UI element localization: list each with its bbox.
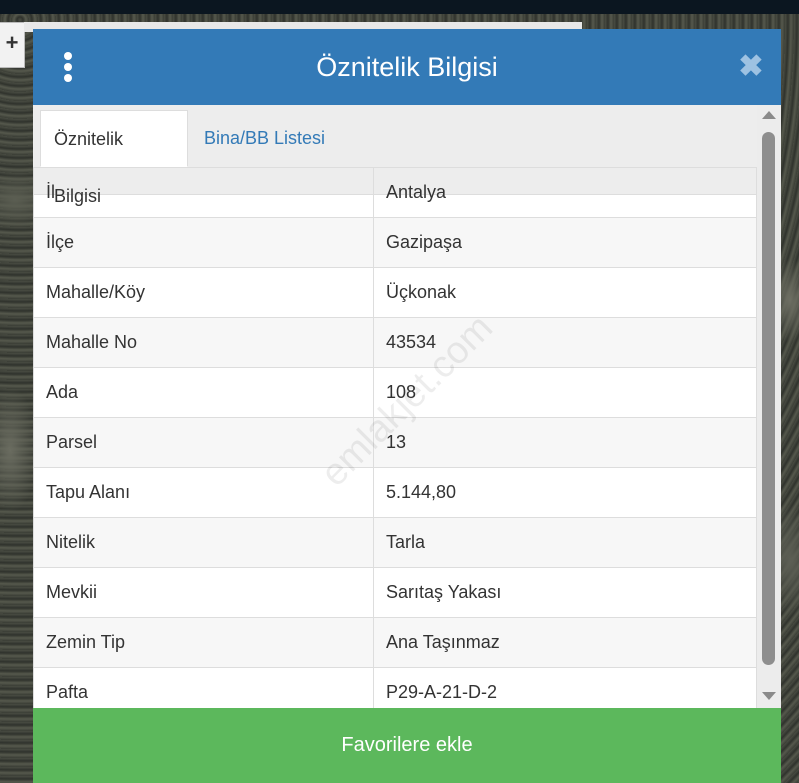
attribute-info-dialog: Öznitelik Bilgisi ✖ Öznitelik Bilgisi Bi… bbox=[33, 29, 781, 783]
tab-attribute-info[interactable]: Öznitelik Bilgisi bbox=[40, 110, 188, 206]
attribute-key: Ada bbox=[33, 367, 374, 418]
scroll-thumb[interactable] bbox=[762, 132, 775, 665]
map-top-bar bbox=[0, 0, 799, 14]
attribute-value: Ana Taşınmaz bbox=[373, 617, 757, 668]
tab-building-list[interactable]: Bina/BB Listesi bbox=[191, 110, 338, 167]
dialog-body: Öznitelik Bilgisi Bina/BB Listesi İl Anta… bbox=[33, 105, 781, 708]
attribute-value: Tarla bbox=[373, 517, 757, 568]
scrollbar[interactable] bbox=[757, 105, 781, 708]
table-row: Mevkii Sarıtaş Yakası bbox=[33, 567, 757, 618]
attribute-value: 13 bbox=[373, 417, 757, 468]
table-row: Pafta P29-A-21-D-2 bbox=[33, 667, 757, 708]
attribute-value: Gazipaşa bbox=[373, 217, 757, 268]
attribute-key: İlçe bbox=[33, 217, 374, 268]
attribute-key: Mahalle/Köy bbox=[33, 267, 374, 318]
attribute-key: Pafta bbox=[33, 667, 374, 708]
attribute-key: Mahalle No bbox=[33, 317, 374, 368]
table-row: Parsel 13 bbox=[33, 417, 757, 468]
attribute-value: 43534 bbox=[373, 317, 757, 368]
table-row: İlçe Gazipaşa bbox=[33, 217, 757, 268]
attribute-key: Tapu Alanı bbox=[33, 467, 374, 518]
table-row: Mahalle/Köy Üçkonak bbox=[33, 267, 757, 318]
attribute-value: P29-A-21-D-2 bbox=[373, 667, 757, 708]
zoom-in-icon[interactable]: + bbox=[0, 22, 25, 68]
attribute-value: 108 bbox=[373, 367, 757, 418]
close-icon[interactable]: ✖ bbox=[737, 52, 765, 82]
attribute-value: Üçkonak bbox=[373, 267, 757, 318]
attribute-key: Parsel bbox=[33, 417, 374, 468]
attribute-value: 5.144,80 bbox=[373, 467, 757, 518]
table-row: Ada 108 bbox=[33, 367, 757, 418]
table-row: Zemin Tip Ana Taşınmaz bbox=[33, 617, 757, 668]
scroll-up-icon[interactable] bbox=[762, 111, 776, 119]
dialog-title: Öznitelik Bilgisi bbox=[316, 52, 498, 82]
table-row: Mahalle No 43534 bbox=[33, 317, 757, 368]
scroll-down-icon[interactable] bbox=[762, 692, 776, 700]
vertical-dots-menu-icon[interactable] bbox=[57, 52, 79, 82]
attribute-key: Nitelik bbox=[33, 517, 374, 568]
table-row: İl Antalya bbox=[33, 167, 757, 218]
attribute-key: Mevkii bbox=[33, 567, 374, 618]
attribute-key: Zemin Tip bbox=[33, 617, 374, 668]
attribute-value: Antalya bbox=[373, 167, 757, 218]
attribute-key: İl bbox=[33, 167, 374, 218]
table-row: Nitelik Tarla bbox=[33, 517, 757, 568]
dialog-header: Öznitelik Bilgisi ✖ bbox=[33, 29, 781, 105]
table-row: Tapu Alanı 5.144,80 bbox=[33, 467, 757, 518]
attribute-table: İl Antalya İlçe Gazipaşa Mahalle/Köy Üçkonak M… bbox=[33, 167, 757, 708]
add-to-favorites-button[interactable]: Favorilere ekle bbox=[33, 708, 781, 783]
attribute-value: Sarıtaş Yakası bbox=[373, 567, 757, 618]
